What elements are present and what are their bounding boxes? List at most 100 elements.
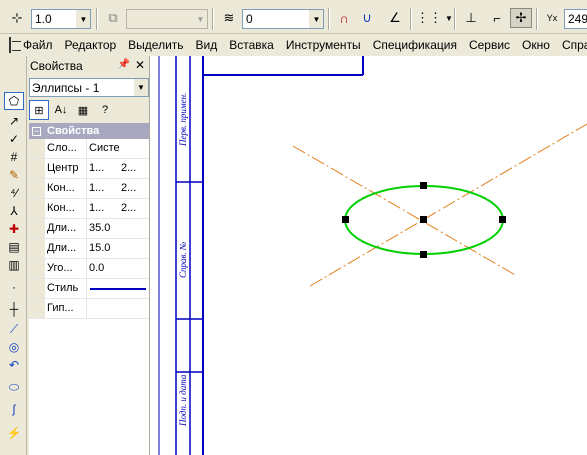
property-name: Дли...: [45, 219, 87, 238]
property-value[interactable]: 1...: [87, 159, 119, 178]
menu-bar: Файл Редактор Выделить Вид Вставка Инстр…: [0, 34, 587, 56]
property-row[interactable]: Сло...Систем...: [29, 139, 149, 159]
sort-az-icon[interactable]: A↓: [51, 100, 71, 120]
spline-icon[interactable]: ʃ: [4, 400, 24, 418]
ellipse-handle-top[interactable]: [420, 182, 427, 189]
property-value-2[interactable]: [119, 299, 149, 318]
menu-specification[interactable]: Спецификация: [367, 38, 463, 52]
stamp-label: Перв. примен.: [178, 93, 188, 147]
collapse-icon[interactable]: −: [32, 126, 41, 136]
layers-icon[interactable]: ≋: [218, 8, 240, 28]
property-row[interactable]: Дли... 15.0: [29, 239, 149, 259]
select-icon[interactable]: ✚: [4, 220, 24, 238]
menu-view[interactable]: Вид: [190, 38, 224, 52]
ellipse-handle-right[interactable]: [499, 216, 506, 223]
property-row[interactable]: Гип...: [29, 299, 149, 319]
measure-icon[interactable]: ⅄: [4, 202, 24, 220]
row-gutter: [29, 179, 45, 198]
property-row[interactable]: Уго... 0.0: [29, 259, 149, 279]
property-value[interactable]: 15.0: [87, 239, 119, 258]
magnet-settings-icon[interactable]: ∪: [356, 8, 378, 28]
drawing-canvas[interactable]: Перв. примен. Справ. № Подп. и дата: [150, 56, 587, 455]
menu-insert[interactable]: Вставка: [223, 38, 280, 52]
circle-icon[interactable]: ◎: [4, 338, 24, 356]
spec-icon[interactable]: ▤: [4, 238, 24, 256]
property-value[interactable]: Систем...: [87, 139, 119, 158]
property-row[interactable]: Кон... 1... 2...: [29, 199, 149, 219]
row-gutter: [29, 219, 45, 238]
layer-combo[interactable]: 0 ▼: [242, 9, 324, 29]
chevron-down-icon[interactable]: ▼: [309, 10, 323, 28]
object-select[interactable]: Эллипсы - 1 ▼: [29, 78, 149, 97]
ortho-icon[interactable]: ⊥: [460, 8, 482, 28]
ellipse-handle-bottom[interactable]: [420, 251, 427, 258]
property-value-2[interactable]: 2...: [119, 179, 149, 198]
fillet-icon[interactable]: ⚡: [4, 424, 24, 442]
document-icon[interactable]: [9, 37, 21, 53]
property-value[interactable]: 1...: [87, 179, 119, 198]
pin-icon[interactable]: 📌: [118, 59, 130, 70]
property-value-2[interactable]: [119, 239, 149, 258]
layer-value: 0: [246, 12, 253, 26]
ellipse-handle-center[interactable]: [420, 216, 427, 223]
property-value-2[interactable]: [119, 139, 149, 158]
menu-service[interactable]: Сервис: [463, 38, 516, 52]
menu-tools[interactable]: Инструменты: [280, 38, 367, 52]
copy-icon[interactable]: ⧉: [102, 8, 124, 28]
step-line-icon[interactable]: ⌐: [486, 8, 508, 28]
property-value-2[interactable]: 2...: [119, 199, 149, 218]
point-icon[interactable]: ·: [4, 278, 24, 296]
property-value[interactable]: [87, 299, 119, 318]
auxiliary-line-icon[interactable]: ┼: [4, 300, 24, 318]
line-step-combo[interactable]: 1.0 ▼: [31, 9, 91, 29]
angle-snap-icon[interactable]: ∠: [384, 8, 406, 28]
menu-edit[interactable]: Редактор: [59, 38, 123, 52]
menu-help[interactable]: Справ: [556, 38, 587, 52]
chevron-down-icon[interactable]: ▼: [134, 79, 148, 96]
coordinate-field[interactable]: 249: [564, 9, 587, 29]
property-value-2[interactable]: [119, 259, 149, 278]
section-header[interactable]: − Свойства: [29, 123, 149, 139]
property-value[interactable]: 35.0: [87, 219, 119, 238]
ellipse-handle-left[interactable]: [342, 216, 349, 223]
snap-icon[interactable]: ⊹: [6, 8, 28, 28]
chevron-down-icon[interactable]: ▼: [438, 8, 460, 28]
dimensions-icon[interactable]: ↗: [4, 112, 24, 130]
help-icon[interactable]: ?: [95, 100, 115, 120]
property-row[interactable]: Центр 1... 2...: [29, 159, 149, 179]
property-value-2[interactable]: [119, 219, 149, 238]
property-name: Уго...: [45, 259, 87, 278]
line-style-swatch[interactable]: [90, 288, 146, 290]
close-icon[interactable]: ✕: [135, 58, 145, 72]
property-row[interactable]: Стиль: [29, 279, 149, 299]
categorized-icon[interactable]: ⊞: [29, 100, 49, 120]
drawing-svg[interactable]: Перв. примен. Справ. № Подп. и дата: [150, 56, 587, 455]
grid-icon[interactable]: ⋮⋮: [416, 8, 442, 28]
property-value[interactable]: 0.0: [87, 259, 119, 278]
segment-icon[interactable]: ⟋: [4, 320, 24, 338]
chevron-down-icon[interactable]: ▼: [193, 10, 207, 28]
local-cs-icon[interactable]: ✢: [510, 8, 532, 28]
menu-window[interactable]: Окно: [516, 38, 556, 52]
property-pages-icon[interactable]: ▦: [73, 100, 93, 120]
geometry-icon[interactable]: ⬠: [4, 92, 24, 110]
edit-icon[interactable]: ✎: [4, 166, 24, 184]
menu-file[interactable]: Файл: [17, 38, 59, 52]
disabled-combo[interactable]: ▼: [126, 9, 208, 29]
row-gutter: [29, 159, 45, 178]
reports-icon[interactable]: ▥: [4, 256, 24, 274]
property-value[interactable]: 1...: [87, 199, 119, 218]
symbols-icon[interactable]: ✓: [4, 130, 24, 148]
params-icon[interactable]: ⁴∕: [4, 184, 24, 202]
stamp-label: Справ. №: [178, 242, 188, 278]
hatch-icon[interactable]: #: [4, 148, 24, 166]
property-row[interactable]: Дли... 35.0: [29, 219, 149, 239]
property-row[interactable]: Кон... 1... 2...: [29, 179, 149, 199]
magnet-icon[interactable]: ∩: [333, 8, 355, 28]
chevron-down-icon[interactable]: ▼: [76, 10, 90, 28]
arc-icon[interactable]: ↶: [4, 356, 24, 374]
menu-select[interactable]: Выделить: [122, 38, 189, 52]
properties-panel: Свойства 📌 ✕ Эллипсы - 1 ▼ ⊞ A↓ ▦ ? − Св…: [27, 56, 150, 455]
ellipse-icon[interactable]: ⬭: [4, 378, 24, 396]
property-value-2[interactable]: 2...: [119, 159, 149, 178]
